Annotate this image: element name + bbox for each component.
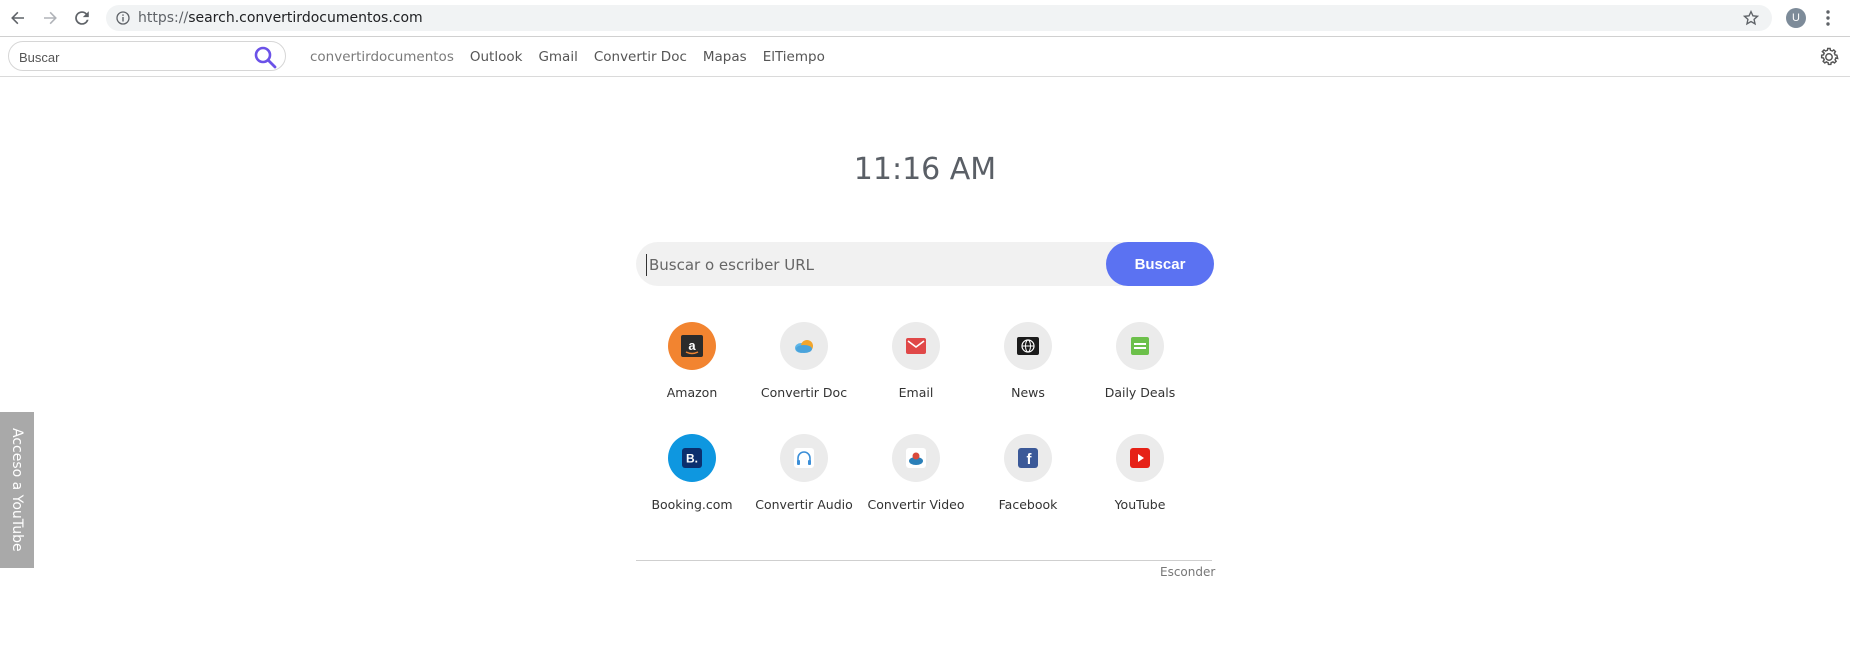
main-search-box[interactable]: Buscar [636, 242, 1214, 286]
search-button[interactable]: Buscar [1106, 242, 1214, 286]
youtube-access-label: Acceso a YouTube [9, 428, 25, 552]
tile-email[interactable]: Email [860, 322, 972, 422]
link-outlook[interactable]: Outlook [470, 49, 523, 65]
arrow-right-icon [44, 11, 57, 25]
link-eltiempo[interactable]: ElTiempo [763, 49, 825, 65]
svg-text:B.: B. [686, 452, 698, 466]
headphones-icon [794, 448, 814, 468]
reload-icon [75, 11, 89, 25]
back-button[interactable] [6, 6, 30, 30]
tile-label: Email [898, 385, 934, 400]
search-toolbar: convertirdocumentos Outlook Gmail Conver… [0, 37, 1850, 77]
toolbar-links: convertirdocumentos Outlook Gmail Conver… [310, 49, 825, 65]
tile-label: Convertir Video [867, 497, 965, 512]
tile-facebook-circle: f [1004, 434, 1052, 482]
link-convertir-doc[interactable]: Convertir Doc [594, 49, 687, 65]
tile-news-circle [1004, 322, 1052, 370]
main-search-input[interactable] [646, 254, 1091, 276]
clock-time: 11:16 AM [853, 152, 997, 187]
cloud-icon [795, 340, 813, 353]
tile-facebook[interactable]: f Facebook [972, 434, 1084, 534]
divider [636, 560, 1212, 561]
tile-label: News [1011, 385, 1045, 400]
tile-convertir-doc[interactable]: Convertir Doc [748, 322, 860, 422]
envelope-icon [906, 338, 926, 354]
tile-convertir-video[interactable]: Convertir Video [860, 434, 972, 534]
globe-news-icon [1017, 337, 1039, 355]
facebook-icon: f [1018, 448, 1038, 468]
tile-label: YouTube [1114, 497, 1166, 512]
star-icon[interactable] [1742, 9, 1760, 27]
link-gmail[interactable]: Gmail [538, 49, 577, 65]
tile-convertir-audio-circle [780, 434, 828, 482]
daily-deals-icon [1131, 337, 1149, 355]
tile-label: Daily Deals [1104, 385, 1176, 400]
tile-label: Convertir Audio [755, 497, 853, 512]
toolbar-search-input[interactable] [17, 47, 251, 67]
toolbar-search-box[interactable] [8, 41, 286, 71]
hide-tiles-link[interactable]: Esconder [1160, 565, 1215, 579]
link-mapas[interactable]: Mapas [703, 49, 747, 65]
video-disc-icon [906, 448, 926, 468]
gear-icon[interactable] [1818, 46, 1840, 68]
url-scheme: https:// [138, 10, 189, 26]
tile-convertir-video-circle [892, 434, 940, 482]
tile-amazon[interactable]: a Amazon [636, 322, 748, 422]
tile-youtube-circle [1116, 434, 1164, 482]
browser-chrome: https://search.convertirdocumentos.com U [0, 0, 1850, 37]
tile-daily-deals[interactable]: Daily Deals [1084, 322, 1196, 422]
arrow-left-icon [11, 11, 24, 25]
tile-convertir-audio[interactable]: Convertir Audio [748, 434, 860, 534]
tile-booking-circle: B. [668, 434, 716, 482]
info-icon[interactable] [116, 11, 130, 25]
tile-convertir-doc-circle [780, 322, 828, 370]
tile-label: Amazon [666, 385, 718, 400]
youtube-access-tab[interactable]: Acceso a YouTube [0, 412, 34, 568]
url-text[interactable]: https://search.convertirdocumentos.com [138, 10, 423, 26]
tile-news[interactable]: News [972, 322, 1084, 422]
tile-label: Facebook [998, 497, 1058, 512]
tile-label: Convertir Doc [760, 385, 848, 400]
svg-text:a: a [688, 338, 696, 353]
tile-booking[interactable]: B. Booking.com [636, 434, 748, 534]
booking-icon: B. [682, 448, 702, 468]
tile-email-circle [892, 322, 940, 370]
browser-menu-button[interactable] [1818, 6, 1838, 30]
profile-avatar[interactable]: U [1786, 8, 1806, 28]
tile-amazon-circle: a [668, 322, 716, 370]
reload-button[interactable] [70, 6, 94, 30]
forward-button[interactable] [38, 6, 62, 30]
address-bar[interactable]: https://search.convertirdocumentos.com [106, 5, 1772, 31]
tile-label: Booking.com [651, 497, 733, 512]
youtube-icon [1130, 448, 1150, 468]
url-host: search.convertirdocumentos.com [188, 10, 423, 26]
more-vert-icon [1826, 10, 1830, 26]
tile-daily-deals-circle [1116, 322, 1164, 370]
amazon-icon: a [681, 335, 703, 357]
link-convertirdocumentos[interactable]: convertirdocumentos [310, 49, 454, 65]
search-icon[interactable] [253, 45, 277, 69]
tile-youtube[interactable]: YouTube [1084, 434, 1196, 534]
